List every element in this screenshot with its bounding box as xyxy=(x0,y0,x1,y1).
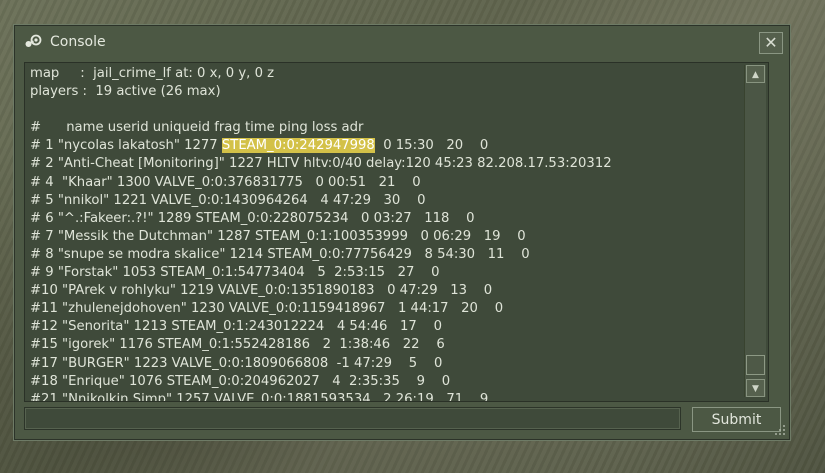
console-line: # 6 "^.:Fakeer:.?!" 1289 STEAM_0:0:22807… xyxy=(30,210,475,226)
scroll-down-button[interactable]: ▼ xyxy=(746,379,765,397)
close-icon: ✕ xyxy=(764,33,778,52)
window-title: Console xyxy=(50,34,106,50)
console-line: # 1 "nycolas lakatosh" 1277 STEAM_0:0:24… xyxy=(30,137,738,155)
resize-grip-icon[interactable] xyxy=(774,424,786,436)
scrollbar[interactable]: ▲ ▼ xyxy=(744,65,766,397)
console-line: #21 "Nnikolkin Simp" 1257 VALVE_0:0:1881… xyxy=(30,391,489,402)
command-input[interactable] xyxy=(24,407,681,430)
console-window: Console ✕ map : jail_crime_lf at: 0 x, 0… xyxy=(13,24,791,441)
console-line: #15 "igorek" 1176 STEAM_0:1:552428186 2 … xyxy=(30,337,445,353)
console-line: players : 19 active (26 max) xyxy=(30,84,221,100)
console-line: #17 "BURGER" 1223 VALVE_0:0:1809066808 -… xyxy=(30,355,443,371)
selected-steam-id[interactable]: STEAM_0:0:242947998 xyxy=(221,138,375,154)
console-line: # 2 "Anti-Cheat [Monitoring]" 1227 HLTV … xyxy=(30,156,612,172)
console-line: #18 "Enrique" 1076 STEAM_0:0:204962027 4… xyxy=(30,373,451,389)
console-line: #12 "Senorita" 1213 STEAM_0:1:243012224 … xyxy=(30,319,442,335)
scroll-up-button[interactable]: ▲ xyxy=(746,65,765,83)
submit-button[interactable]: Submit xyxy=(692,407,781,432)
scroll-thumb[interactable] xyxy=(746,355,765,375)
title-bar[interactable]: Console ✕ xyxy=(14,25,790,59)
console-lines: map : jail_crime_lf at: 0 x, 0 y, 0 z pla… xyxy=(30,65,738,402)
console-line: #11 "zhulenejdohoven" 1230 VALVE_0:0:115… xyxy=(30,301,504,317)
console-line: # 7 "Messik the Dutchman" 1287 STEAM_0:1… xyxy=(30,228,526,244)
console-line: map : jail_crime_lf at: 0 x, 0 y, 0 z xyxy=(30,66,275,81)
console-line-text: 0 15:30 20 0 xyxy=(374,138,489,154)
console-line: #10 "PArek v rohlyku" 1219 VALVE_0:0:135… xyxy=(30,283,493,299)
console-line: # 9 "Forstak" 1053 STEAM_0:1:54773404 5 … xyxy=(30,265,440,281)
console-line-text: # 1 "nycolas lakatosh" 1277 xyxy=(30,138,222,154)
steam-logo-icon xyxy=(25,34,42,47)
console-line: # 5 "nnikol" 1221 VALVE_0:0:1430964264 4… xyxy=(30,192,426,208)
console-line: # name userid uniqueid frag time ping lo… xyxy=(30,120,364,136)
console-line: # 4 "Khaar" 1300 VALVE_0:0:376831775 0 0… xyxy=(30,174,421,190)
console-line: # 8 "snupe se modra skalice" 1214 STEAM_… xyxy=(30,246,530,262)
arrow-up-icon: ▲ xyxy=(752,70,759,80)
arrow-down-icon: ▼ xyxy=(752,384,759,394)
close-button[interactable]: ✕ xyxy=(759,32,783,54)
console-output[interactable]: map : jail_crime_lf at: 0 x, 0 y, 0 z pla… xyxy=(24,62,769,402)
